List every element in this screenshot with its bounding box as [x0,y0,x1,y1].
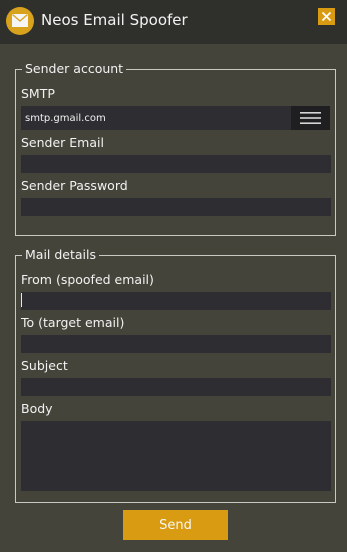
hamburger-menu-icon [300,112,321,124]
from-label: From (spoofed email) [21,272,154,287]
close-icon[interactable] [318,8,335,25]
sender-email-field[interactable] [21,155,331,173]
sender-password-field[interactable] [21,198,331,216]
window-title: Neos Email Spoofer [41,11,188,29]
sender-password-label: Sender Password [21,178,128,193]
smtp-label: SMTP [21,86,55,101]
body-label: Body [21,401,53,416]
from-spoofed-email-field[interactable] [21,292,331,310]
body-textarea[interactable] [21,421,331,491]
smtp-dropdown-button[interactable] [291,106,330,130]
subject-field[interactable] [21,378,331,396]
to-target-email-field[interactable] [21,335,331,353]
sender-account-legend: Sender account [22,62,127,76]
subject-label: Subject [21,358,68,373]
title-bar: Neos Email Spoofer [0,0,347,44]
sender-email-label: Sender Email [21,135,104,150]
envelope-icon [6,7,34,35]
text-caret [21,293,22,307]
to-label: To (target email) [21,315,125,330]
mail-details-legend: Mail details [22,248,100,262]
send-button[interactable]: Send [123,510,228,540]
smtp-server-field[interactable] [21,106,291,130]
